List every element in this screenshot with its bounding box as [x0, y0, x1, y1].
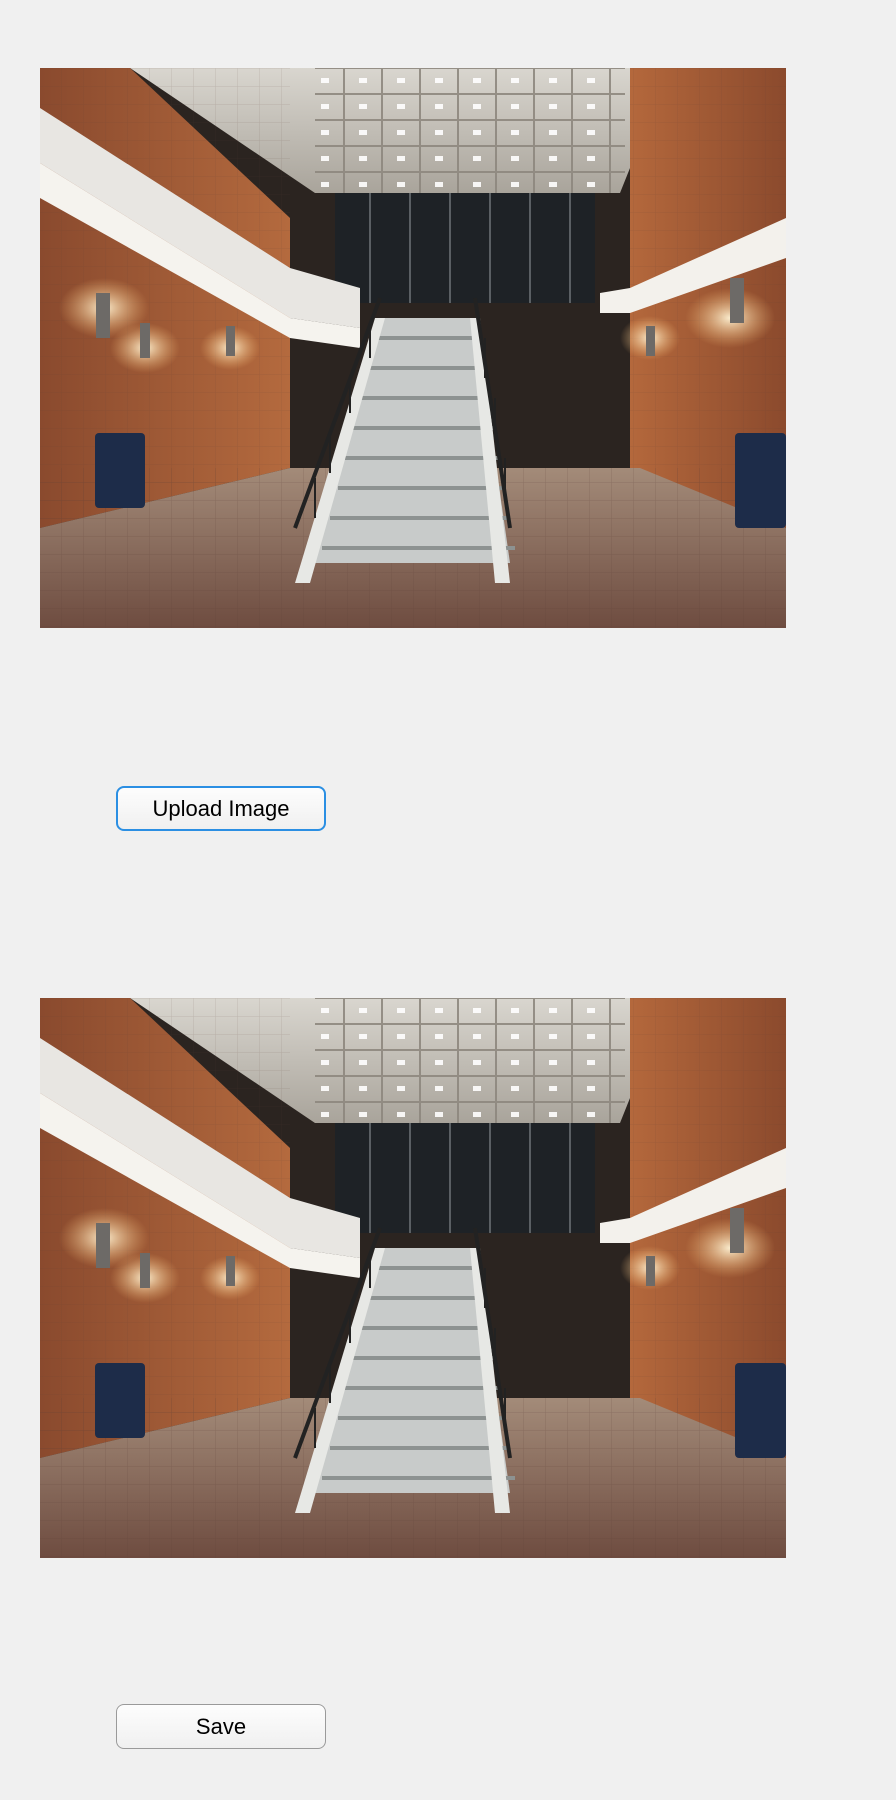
upload-image-button[interactable]: Upload Image [116, 786, 326, 831]
original-image [40, 68, 786, 628]
processed-image [40, 998, 786, 1558]
save-button[interactable]: Save [116, 1704, 326, 1749]
stairwell-photo [40, 998, 786, 1558]
stairwell-photo [40, 68, 786, 628]
